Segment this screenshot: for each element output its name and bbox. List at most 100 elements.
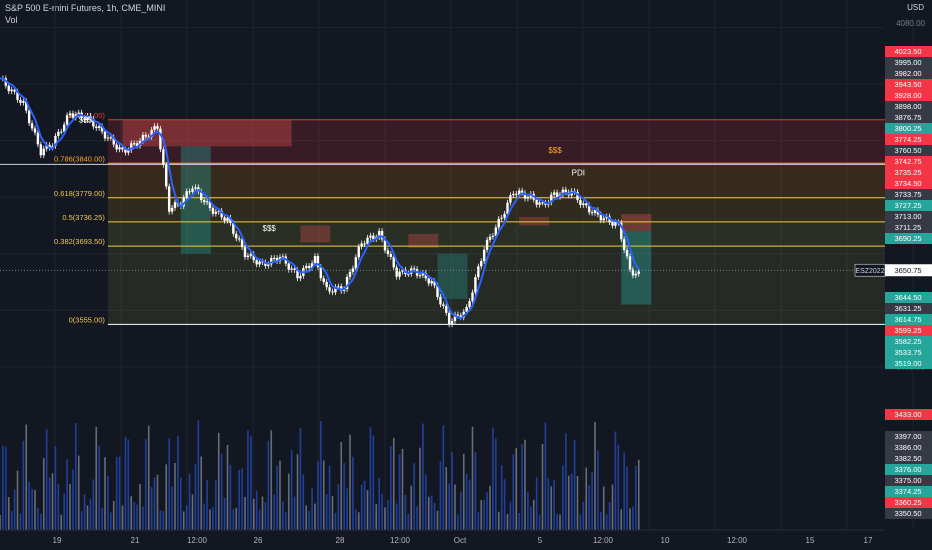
position-box[interactable] — [300, 225, 331, 243]
position-box[interactable] — [621, 214, 652, 232]
candle[interactable] — [167, 186, 171, 212]
candle[interactable] — [293, 268, 296, 271]
candle[interactable] — [445, 305, 448, 313]
candle[interactable] — [579, 200, 582, 205]
candle[interactable] — [582, 203, 585, 205]
candle[interactable] — [7, 85, 10, 92]
candle[interactable] — [541, 202, 544, 204]
position-box[interactable] — [122, 119, 292, 147]
candle[interactable] — [500, 217, 503, 219]
candle[interactable] — [477, 266, 480, 278]
candle[interactable] — [194, 187, 197, 189]
candle[interactable] — [156, 126, 159, 129]
candle[interactable] — [538, 202, 541, 205]
candle[interactable] — [480, 261, 483, 267]
candle[interactable] — [65, 115, 69, 125]
candle[interactable] — [526, 196, 530, 199]
candle[interactable] — [363, 243, 366, 245]
candle[interactable] — [369, 235, 372, 238]
candle[interactable] — [246, 255, 250, 258]
candle[interactable] — [144, 134, 148, 137]
candle[interactable] — [305, 266, 308, 269]
candle[interactable] — [474, 277, 477, 293]
candle[interactable] — [447, 312, 451, 325]
candle[interactable] — [535, 199, 538, 205]
candle[interactable] — [185, 191, 188, 198]
candle[interactable] — [103, 131, 107, 139]
candle[interactable] — [39, 144, 43, 156]
candle[interactable] — [331, 291, 334, 293]
candle[interactable] — [42, 148, 45, 156]
candle[interactable] — [235, 233, 238, 239]
candle[interactable] — [159, 128, 162, 150]
candle[interactable] — [109, 137, 113, 139]
candle[interactable] — [515, 193, 518, 195]
candle[interactable] — [10, 89, 13, 92]
candle[interactable] — [57, 131, 60, 136]
candle[interactable] — [170, 207, 174, 212]
candle[interactable] — [337, 286, 340, 288]
candle[interactable] — [590, 212, 594, 214]
candle[interactable] — [214, 211, 218, 214]
candle[interactable] — [307, 266, 311, 269]
candle[interactable] — [395, 267, 398, 277]
candle[interactable] — [398, 271, 401, 277]
candle[interactable] — [412, 268, 416, 270]
candle[interactable] — [153, 126, 156, 130]
candle[interactable] — [503, 213, 506, 218]
candle[interactable] — [106, 137, 110, 139]
candle[interactable] — [465, 306, 468, 312]
candle[interactable] — [173, 202, 177, 208]
candle[interactable] — [564, 189, 568, 193]
candle[interactable] — [226, 217, 229, 221]
candle[interactable] — [482, 249, 486, 262]
candle[interactable] — [237, 238, 241, 240]
candle[interactable] — [205, 201, 209, 203]
candle[interactable] — [456, 314, 460, 316]
candle[interactable] — [19, 99, 22, 103]
candle[interactable] — [313, 256, 317, 264]
candle[interactable] — [118, 147, 121, 150]
candle[interactable] — [60, 131, 63, 133]
candle[interactable] — [255, 260, 258, 265]
candle[interactable] — [322, 278, 325, 282]
candle[interactable] — [141, 134, 145, 141]
candle[interactable] — [427, 278, 430, 284]
position-box[interactable] — [519, 216, 550, 226]
candle[interactable] — [488, 236, 492, 240]
candle[interactable] — [299, 275, 302, 279]
price-chart[interactable]: 1(3917.00)0.786(3840.00)0.618(3779.00)0.… — [0, 0, 932, 550]
candle[interactable] — [202, 200, 206, 203]
candle[interactable] — [249, 254, 253, 256]
candle[interactable] — [287, 263, 290, 270]
candle[interactable] — [625, 250, 629, 257]
candle[interactable] — [191, 188, 194, 192]
candle[interactable] — [22, 101, 25, 103]
candle[interactable] — [27, 110, 31, 124]
candle[interactable] — [430, 281, 433, 284]
candle[interactable] — [418, 275, 422, 277]
position-box[interactable] — [180, 146, 211, 254]
candle[interactable] — [497, 218, 500, 228]
candle[interactable] — [450, 320, 454, 325]
candle[interactable] — [165, 164, 168, 187]
candle[interactable] — [33, 128, 37, 133]
candle[interactable] — [622, 239, 626, 251]
candle[interactable] — [491, 235, 495, 237]
candle[interactable] — [634, 273, 638, 276]
candle[interactable] — [290, 268, 293, 270]
candle[interactable] — [386, 250, 390, 255]
candle[interactable] — [243, 247, 247, 258]
candle[interactable] — [611, 222, 614, 226]
candle[interactable] — [115, 144, 118, 150]
candle[interactable] — [97, 126, 101, 129]
candle[interactable] — [552, 192, 556, 195]
candle[interactable] — [95, 126, 98, 129]
candle[interactable] — [442, 304, 445, 306]
candle[interactable] — [348, 271, 352, 277]
candle[interactable] — [602, 218, 605, 221]
candle[interactable] — [71, 113, 75, 118]
candle[interactable] — [439, 296, 442, 305]
candle[interactable] — [614, 222, 617, 226]
candle[interactable] — [325, 281, 328, 288]
